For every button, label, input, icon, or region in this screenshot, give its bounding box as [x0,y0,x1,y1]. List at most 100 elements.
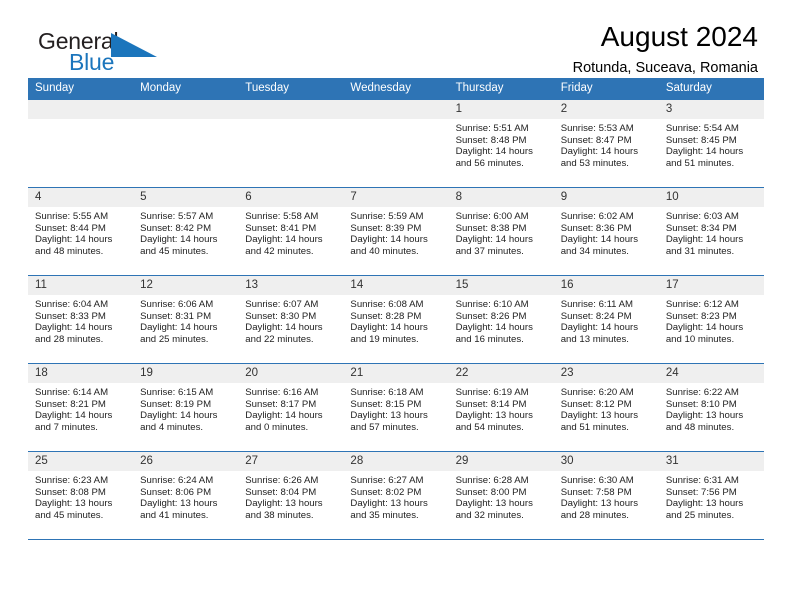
day-number: 26 [133,452,239,471]
brand-logo[interactable]: General Blue [38,30,158,82]
day-detail-line: Daylight: 14 hours [560,146,639,158]
day-detail-line: and 7 minutes. [35,421,98,433]
day-detail-line: Sunset: 8:45 PM [665,134,737,146]
day-details: Sunrise: 5:58 AM Sunset: 8:41 PM Daylight:… [238,207,343,257]
day-detail-line: Sunset: 7:58 PM [560,486,632,498]
day-detail-line: Sunset: 7:56 PM [665,486,737,498]
weekday-header-saturday: Saturday [665,82,712,94]
day-detail-line: Sunset: 8:06 PM [140,486,212,498]
calendar-day-cell[interactable]: 7 Sunrise: 5:59 AM Sunset: 8:39 PM Daylight… [343,188,449,275]
day-detail-line: Daylight: 14 hours [245,322,323,334]
day-detail-line: Sunrise: 6:30 AM [560,475,634,486]
day-detail-line: Sunrise: 6:04 AM [35,299,109,310]
calendar-day-cell[interactable]: 1 Sunrise: 5:51 AM Sunset: 8:48 PM Daylight… [448,100,554,187]
calendar-day-cell[interactable]: 2 Sunrise: 5:53 AM Sunset: 8:47 PM Daylight… [553,100,659,187]
calendar-grid: Sunday Monday Tuesday Wednesday Thursday Frid… [28,78,764,540]
day-detail-line: Daylight: 14 hours [455,146,533,158]
calendar-day-cell[interactable]: 4 Sunrise: 5:55 AM Sunset: 8:44 PM Daylight… [28,188,134,275]
calendar-week-row: 11 Sunrise: 6:04 AM Sunset: 8:33 PM Dayligh… [28,275,764,363]
calendar-day-cell[interactable]: 14 Sunrise: 6:08 AM Sunset: 8:28 PM Dayligh… [343,276,449,363]
day-detail-line: Sunset: 8:02 PM [350,486,422,498]
calendar-day-cell[interactable]: 26 Sunrise: 6:24 AM Sunset: 8:06 PM Dayligh… [133,452,239,539]
day-detail-line: and 31 minutes. [665,245,735,257]
day-details: Sunrise: 5:59 AM Sunset: 8:39 PM Daylight:… [343,207,448,257]
calendar-day-cell[interactable]: 20 Sunrise: 6:16 AM Sunset: 8:17 PM Dayligh… [238,364,344,451]
weekday-header-thursday: Thursday [455,82,504,94]
calendar-day-cell[interactable]: 12 Sunrise: 6:06 AM Sunset: 8:31 PM Dayligh… [133,276,239,363]
calendar-day-cell[interactable]: 10 Sunrise: 6:03 AM Sunset: 8:34 PM Dayligh… [658,188,764,275]
calendar-day-cell[interactable]: 15 Sunrise: 6:10 AM Sunset: 8:26 PM Dayligh… [448,276,554,363]
day-detail-line: Daylight: 14 hours [455,322,533,334]
calendar-day-cell[interactable]: 16 Sunrise: 6:11 AM Sunset: 8:24 PM Dayligh… [553,276,659,363]
day-details [133,119,238,123]
day-detail-line: Sunrise: 6:26 AM [245,475,319,486]
day-detail-line: and 45 minutes. [35,509,104,521]
calendar-cell-empty [28,100,134,187]
day-detail-line: Sunset: 8:44 PM [35,222,106,234]
calendar-day-cell[interactable]: 18 Sunrise: 6:14 AM Sunset: 8:21 PM Dayligh… [28,364,134,451]
calendar-week-row: 25 Sunrise: 6:23 AM Sunset: 8:08 PM Dayligh… [28,451,764,540]
calendar-day-cell[interactable]: 27 Sunrise: 6:26 AM Sunset: 8:04 PM Dayligh… [238,452,344,539]
day-number: 25 [28,452,134,471]
day-detail-line: Sunrise: 6:24 AM [140,475,214,486]
day-detail-line: Sunrise: 5:57 AM [140,211,214,222]
calendar-day-cell[interactable]: 6 Sunrise: 5:58 AM Sunset: 8:41 PM Daylight… [238,188,344,275]
day-detail-line: Sunrise: 5:51 AM [455,123,529,134]
day-detail-line: Sunrise: 6:00 AM [455,211,529,222]
day-detail-line: and 40 minutes. [350,245,419,257]
day-detail-line: and 53 minutes. [560,157,629,169]
day-number: 17 [658,276,764,295]
day-details: Sunrise: 6:31 AM Sunset: 7:56 PM Daylight:… [659,471,764,521]
day-detail-line: Daylight: 14 hours [350,322,428,334]
day-detail-line: and 38 minutes. [245,509,314,521]
day-details [343,119,448,123]
day-detail-line: Daylight: 13 hours [140,498,218,510]
day-detail-line: and 19 minutes. [350,333,419,345]
day-number: 14 [343,276,449,295]
day-details: Sunrise: 6:15 AM Sunset: 8:19 PM Daylight:… [133,383,238,433]
day-detail-line: and 42 minutes. [245,245,314,257]
calendar-day-cell[interactable]: 8 Sunrise: 6:00 AM Sunset: 8:38 PM Daylight… [448,188,554,275]
day-detail-line: Daylight: 14 hours [350,234,428,246]
day-details: Sunrise: 5:55 AM Sunset: 8:44 PM Daylight:… [28,207,133,257]
day-detail-line: Sunrise: 6:08 AM [350,299,424,310]
day-detail-line: Sunset: 8:39 PM [350,222,422,234]
day-detail-line: and 32 minutes. [455,509,524,521]
day-number [238,100,344,119]
calendar-day-cell[interactable]: 19 Sunrise: 6:15 AM Sunset: 8:19 PM Dayligh… [133,364,239,451]
day-number: 10 [658,188,764,207]
day-detail-line: Sunset: 8:28 PM [350,310,422,322]
calendar-day-cell[interactable]: 13 Sunrise: 6:07 AM Sunset: 8:30 PM Dayligh… [238,276,344,363]
day-detail-line: and 45 minutes. [140,245,209,257]
calendar-day-cell[interactable]: 28 Sunrise: 6:27 AM Sunset: 8:02 PM Dayligh… [343,452,449,539]
calendar-day-cell[interactable]: 22 Sunrise: 6:19 AM Sunset: 8:14 PM Dayligh… [448,364,554,451]
calendar-cell-empty [133,100,239,187]
day-detail-line: Sunrise: 6:23 AM [35,475,109,486]
calendar-day-cell[interactable]: 17 Sunrise: 6:12 AM Sunset: 8:23 PM Dayligh… [658,276,764,363]
calendar-day-cell[interactable]: 30 Sunrise: 6:30 AM Sunset: 7:58 PM Dayligh… [553,452,659,539]
day-detail-line: and 41 minutes. [140,509,209,521]
day-detail-line: Sunset: 8:24 PM [560,310,632,322]
day-detail-line: Sunset: 8:34 PM [665,222,737,234]
calendar-day-cell[interactable]: 31 Sunrise: 6:31 AM Sunset: 7:56 PM Dayligh… [658,452,764,539]
day-detail-line: Daylight: 14 hours [665,322,744,334]
calendar-day-cell[interactable]: 25 Sunrise: 6:23 AM Sunset: 8:08 PM Dayligh… [28,452,134,539]
calendar-day-cell[interactable]: 11 Sunrise: 6:04 AM Sunset: 8:33 PM Dayligh… [28,276,134,363]
day-details: Sunrise: 6:12 AM Sunset: 8:23 PM Daylight:… [659,295,764,345]
day-detail-line: Sunset: 8:14 PM [455,398,527,410]
calendar-day-cell[interactable]: 29 Sunrise: 6:28 AM Sunset: 8:00 PM Dayligh… [448,452,554,539]
day-number: 28 [343,452,449,471]
day-detail-line: and 25 minutes. [140,333,209,345]
day-details: Sunrise: 6:18 AM Sunset: 8:15 PM Daylight:… [343,383,448,433]
day-detail-line: Daylight: 14 hours [140,322,218,334]
calendar-day-cell[interactable]: 24 Sunrise: 6:22 AM Sunset: 8:10 PM Dayligh… [658,364,764,451]
calendar-day-cell[interactable]: 9 Sunrise: 6:02 AM Sunset: 8:36 PM Daylight… [553,188,659,275]
calendar-day-cell[interactable]: 21 Sunrise: 6:18 AM Sunset: 8:15 PM Dayligh… [343,364,449,451]
day-details: Sunrise: 6:07 AM Sunset: 8:30 PM Daylight:… [238,295,343,345]
day-details: Sunrise: 6:30 AM Sunset: 7:58 PM Daylight:… [554,471,659,521]
day-number: 11 [28,276,134,295]
calendar-day-cell[interactable]: 3 Sunrise: 5:54 AM Sunset: 8:45 PM Daylight… [658,100,764,187]
calendar-day-cell[interactable]: 5 Sunrise: 5:57 AM Sunset: 8:42 PM Daylight… [133,188,239,275]
calendar-day-cell[interactable]: 23 Sunrise: 6:20 AM Sunset: 8:12 PM Dayligh… [553,364,659,451]
day-detail-line: Sunrise: 5:58 AM [245,211,319,222]
